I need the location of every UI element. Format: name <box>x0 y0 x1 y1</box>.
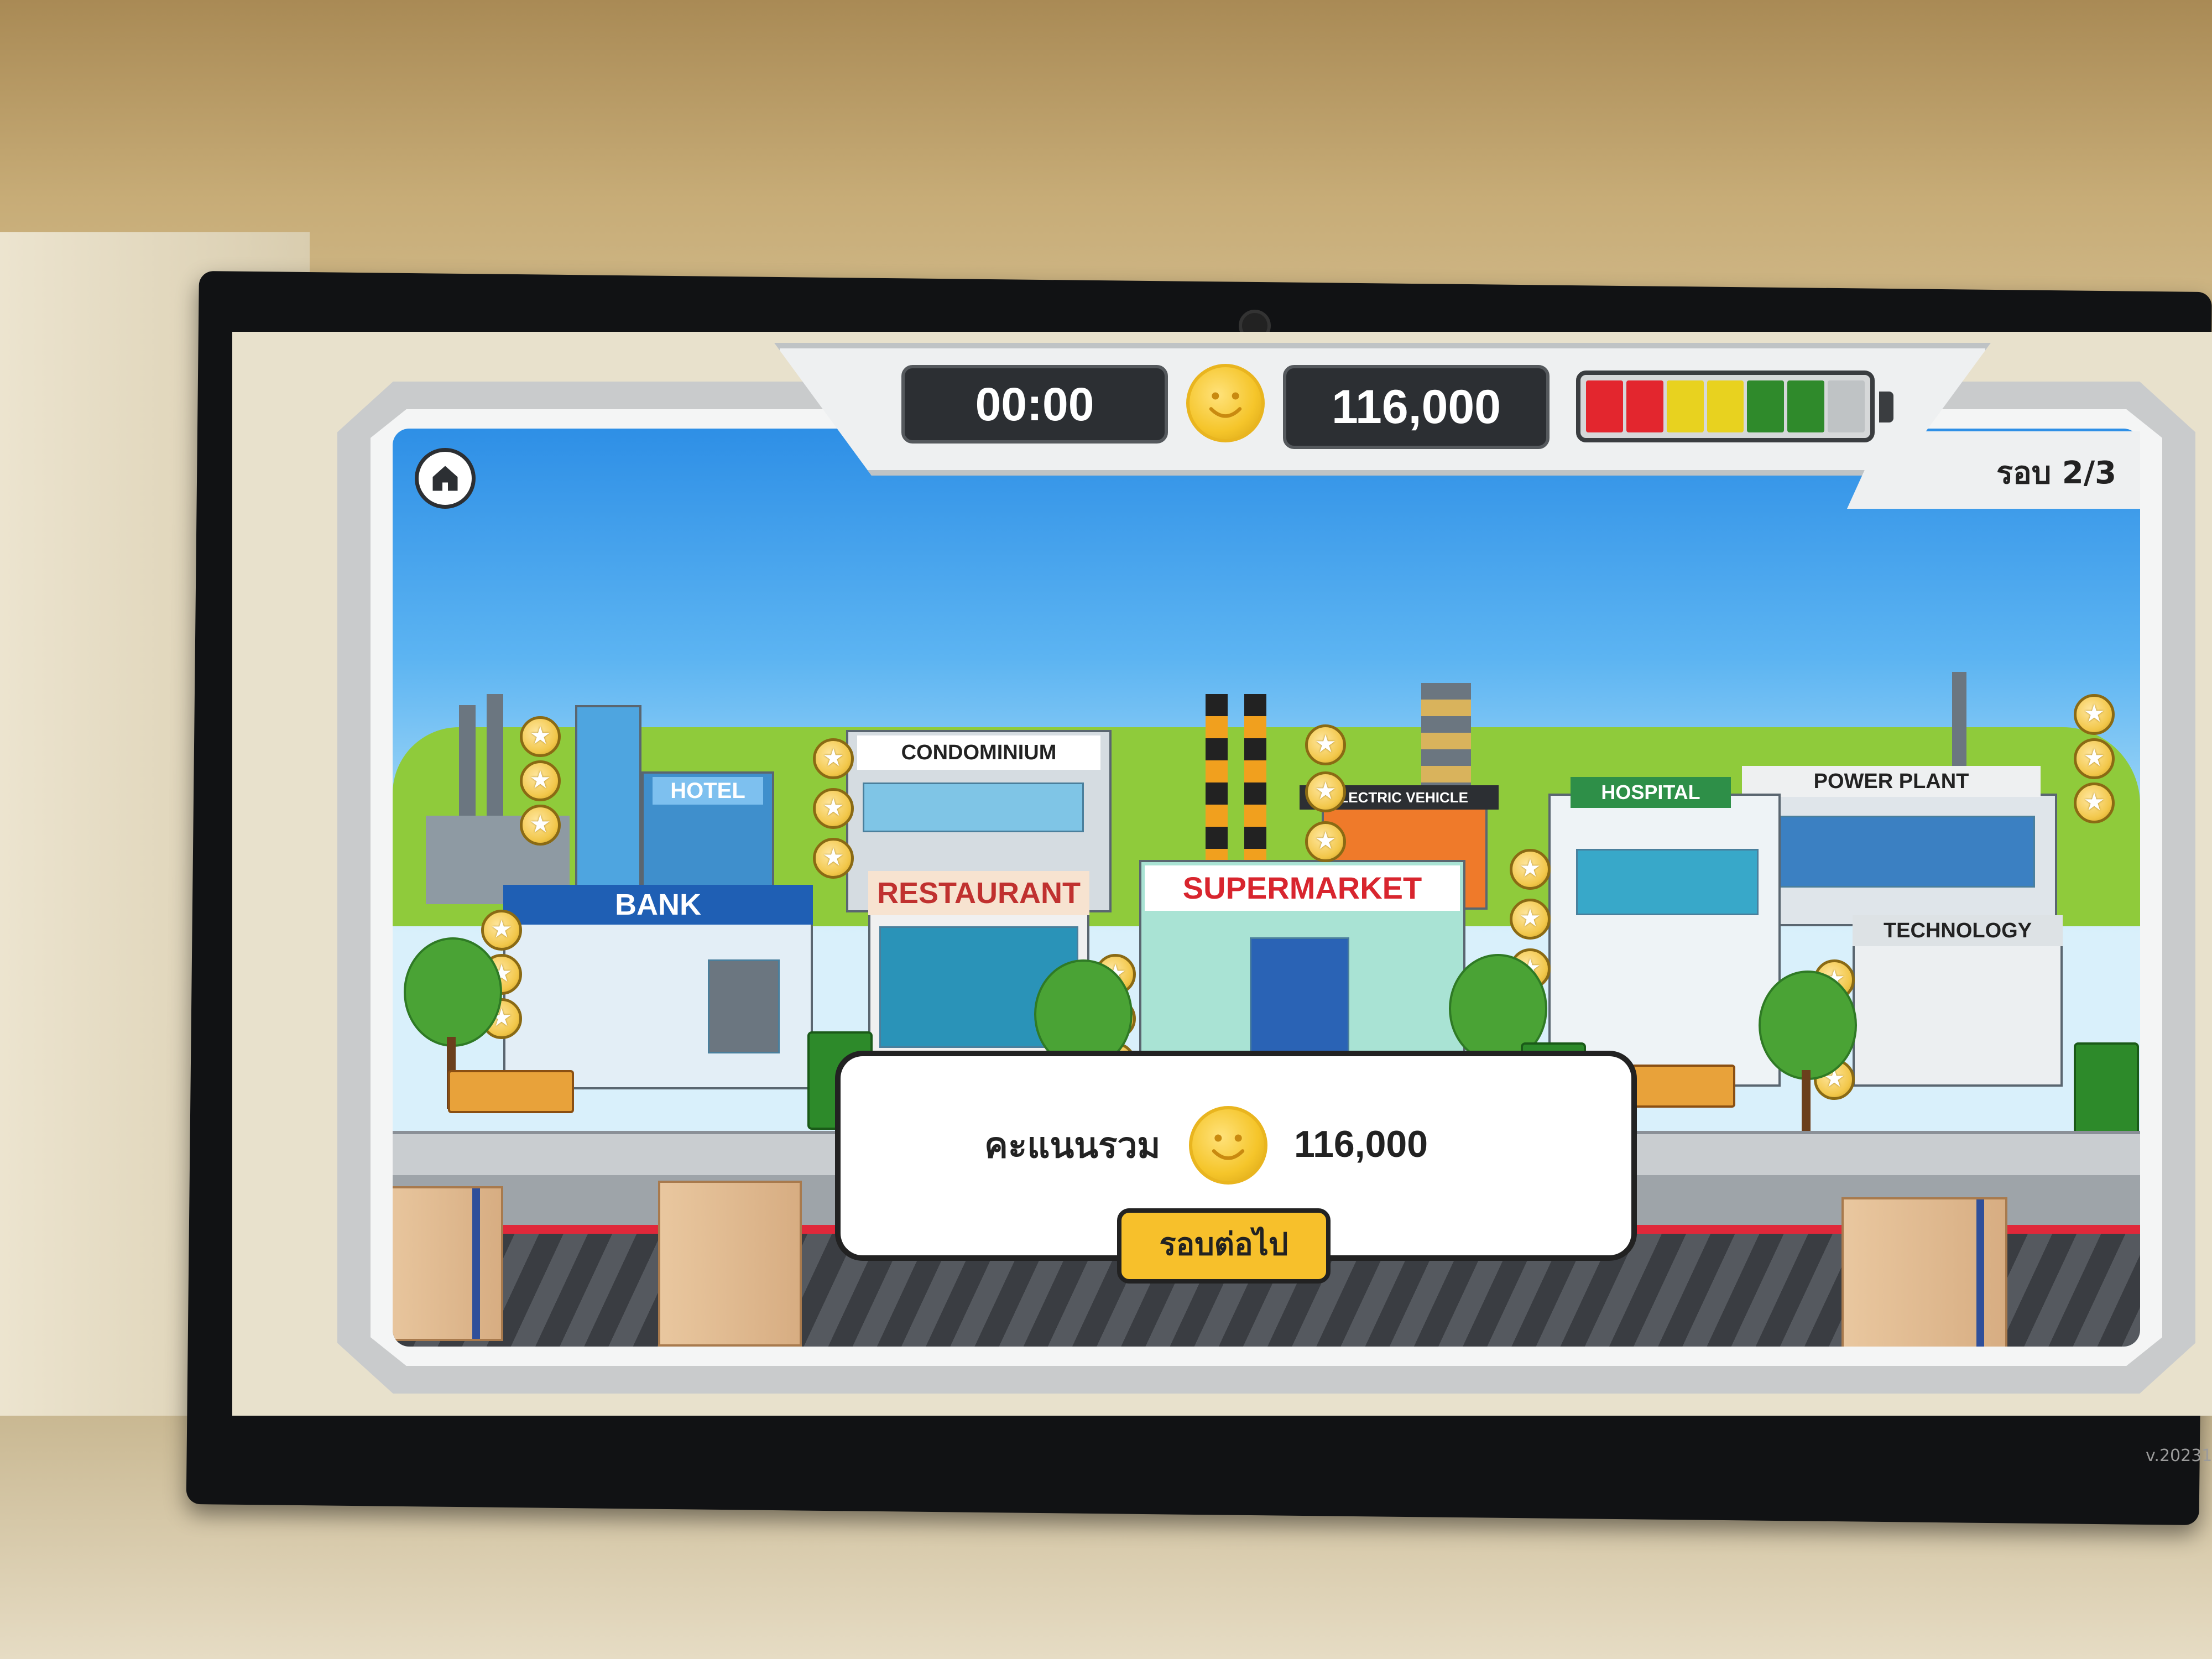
condo-windows <box>863 782 1084 832</box>
star-coin-icon: ★ <box>520 716 561 757</box>
version-label: v.202311 <box>2146 1446 2212 1465</box>
star-coin-icon: ★ <box>1305 724 1346 765</box>
star-coin-icon: ★ <box>481 910 522 951</box>
battery-cell <box>1666 380 1704 432</box>
bench <box>1620 1065 1735 1108</box>
smokestack <box>1206 694 1228 877</box>
star-coin-icon: ★ <box>813 788 854 829</box>
star-coin-icon: ★ <box>2074 738 2115 779</box>
star-coin-icon: ★ <box>1305 821 1346 862</box>
home-icon <box>432 466 458 491</box>
battery-cell <box>1747 380 1785 432</box>
battery-cell <box>1707 380 1744 432</box>
round-indicator: รอบ 2/3 <box>1996 455 2117 491</box>
street-tree <box>1759 971 1857 1080</box>
power-plant-sign: POWER PLANT <box>1742 766 2041 797</box>
atm-machine <box>708 959 780 1053</box>
battery-cell <box>1586 380 1623 432</box>
star-coin-icon: ★ <box>813 838 854 879</box>
star-coin-icon: ★ <box>520 805 561 846</box>
tree-trunk <box>1802 1070 1811 1131</box>
energy-battery-meter <box>1576 371 1875 442</box>
bank-sign: BANK <box>503 885 813 925</box>
technology-sign: TECHNOLOGY <box>1853 915 2063 946</box>
smiley-coin-icon <box>1186 364 1265 442</box>
star-coin-icon: ★ <box>2074 782 2115 823</box>
score-display: 116,000 <box>1283 365 1550 449</box>
supermarket-sign: SUPERMARKET <box>1145 865 1460 911</box>
hospital-windows <box>1576 849 1759 915</box>
star-coin-icon: ★ <box>520 760 561 801</box>
hospital-sign: HOSPITAL <box>1571 777 1731 808</box>
street-tree <box>404 937 502 1047</box>
star-coin-icon: ★ <box>1510 849 1551 890</box>
package-box[interactable] <box>1841 1197 2007 1347</box>
total-score-label: คะแนนรวม <box>984 1125 1161 1166</box>
package-box[interactable] <box>393 1186 503 1341</box>
package-box-antenna-icon[interactable] <box>658 1181 802 1347</box>
solar-panels <box>1759 816 2035 888</box>
smiley-coin-icon <box>1189 1106 1267 1185</box>
star-coin-icon: ★ <box>1305 771 1346 812</box>
battery-terminal <box>1879 392 1893 422</box>
battery-cell <box>1828 380 1865 432</box>
total-score-value: 116,000 <box>1294 1123 1428 1165</box>
hotel-sign: HOTEL <box>653 777 763 805</box>
next-round-button[interactable]: รอบต่อไป <box>1117 1208 1331 1284</box>
battery-cell <box>1787 380 1825 432</box>
smokestack <box>459 705 476 827</box>
battery-cell <box>1626 380 1663 432</box>
smokestack <box>487 694 503 827</box>
hotel-tower <box>575 705 641 915</box>
trash-bin <box>2074 1042 2139 1141</box>
star-coin-icon: ★ <box>2074 694 2115 735</box>
condominium-sign: CONDOMINIUM <box>857 735 1100 770</box>
home-button[interactable] <box>415 448 476 509</box>
timer-display: 00:00 <box>901 365 1168 444</box>
bench <box>448 1070 574 1113</box>
restaurant-sign: RESTAURANT <box>868 871 1089 915</box>
smokestack <box>1244 694 1266 877</box>
star-coin-icon: ★ <box>813 738 854 779</box>
star-coin-icon: ★ <box>1510 899 1551 940</box>
